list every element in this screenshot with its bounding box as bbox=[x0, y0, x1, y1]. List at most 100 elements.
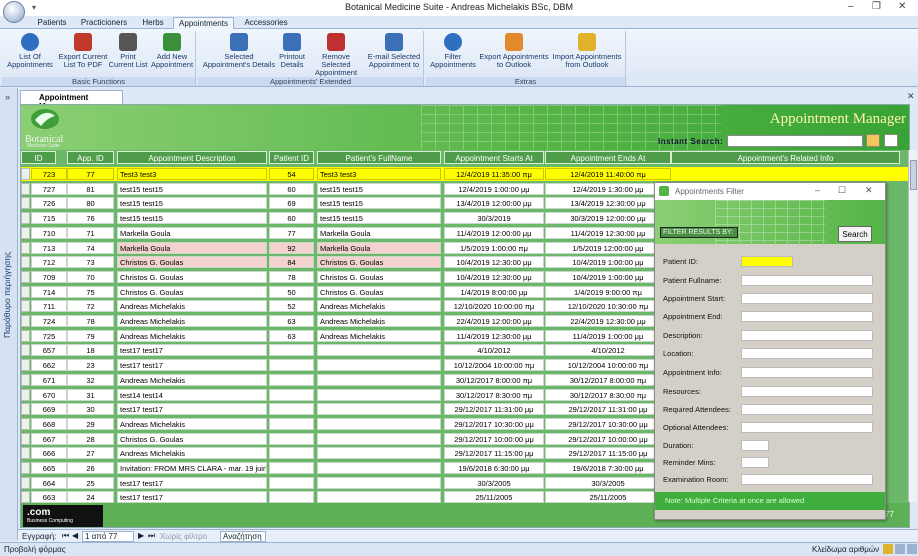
cell-pid[interactable] bbox=[269, 403, 314, 416]
office-button[interactable] bbox=[3, 1, 25, 23]
cell-app[interactable]: 18 bbox=[67, 344, 114, 357]
cell-pid[interactable] bbox=[269, 417, 314, 430]
filter-field-input[interactable] bbox=[741, 348, 873, 359]
cell-name[interactable]: Markella Goula bbox=[317, 241, 441, 254]
cell-name[interactable] bbox=[317, 344, 441, 357]
cell-desc[interactable]: Christos G. Goulas bbox=[117, 256, 267, 269]
cell-app[interactable]: 75 bbox=[67, 285, 114, 298]
cell-pid[interactable]: 92 bbox=[269, 241, 314, 254]
row-selector[interactable] bbox=[21, 256, 30, 269]
cell-start[interactable]: 10/12/2004 10:00:00 πμ bbox=[444, 359, 544, 372]
tab-herbs[interactable]: Herbs bbox=[134, 17, 172, 29]
cell-desc[interactable]: test17 test17 bbox=[117, 476, 267, 489]
cell-name[interactable] bbox=[317, 432, 441, 445]
cell-app[interactable]: 78 bbox=[67, 315, 114, 327]
cell-app[interactable]: 26 bbox=[67, 462, 114, 474]
cell-name[interactable] bbox=[317, 476, 441, 489]
prev-record-icon[interactable]: ◀ bbox=[72, 531, 78, 540]
cell-app[interactable]: 24 bbox=[67, 491, 114, 504]
cell-end[interactable]: 29/12/2017 11:31:00 μμ bbox=[545, 403, 671, 416]
filter-field-input[interactable] bbox=[741, 404, 873, 415]
cell-id[interactable]: 715 bbox=[31, 212, 67, 225]
cell-end[interactable]: 30/12/2017 8:00:00 πμ bbox=[545, 373, 671, 386]
cell-end[interactable]: 19/6/2018 7:30:00 μμ bbox=[545, 462, 671, 474]
cell-desc[interactable]: Andreas Michelakis bbox=[117, 417, 267, 430]
close-document-icon[interactable]: ✕ bbox=[907, 91, 915, 102]
row-selector[interactable] bbox=[21, 417, 30, 430]
cell-end[interactable]: 10/4/2019 1:00:00 μμ bbox=[545, 270, 671, 283]
cell-start[interactable]: 29/12/2017 10:00:00 μμ bbox=[444, 432, 544, 445]
column-header[interactable]: ID bbox=[21, 151, 56, 164]
cell-start[interactable]: 25/11/2005 bbox=[444, 491, 544, 504]
row-selector[interactable] bbox=[21, 432, 30, 445]
cell-id[interactable]: 727 bbox=[31, 182, 67, 195]
search-input[interactable] bbox=[727, 135, 863, 147]
cell-name[interactable]: Christos G. Goulas bbox=[317, 256, 441, 269]
cell-end[interactable]: 11/4/2019 12:30:00 μμ bbox=[545, 226, 671, 239]
cell-pid[interactable] bbox=[269, 432, 314, 445]
cell-name[interactable]: Markella Goula bbox=[317, 226, 441, 239]
export-outlook-button[interactable]: Export Appointments to Outlook bbox=[478, 33, 550, 69]
cell-app[interactable]: 74 bbox=[67, 241, 114, 254]
cell-start[interactable]: 11/4/2019 12:30:00 μμ bbox=[444, 329, 544, 342]
dialog-minimize-icon[interactable]: – bbox=[815, 185, 820, 195]
cell-end[interactable]: 30/3/2019 12:00:00 μμ bbox=[545, 212, 671, 225]
cell-start[interactable]: 29/12/2017 11:15:00 μμ bbox=[444, 447, 544, 460]
row-selector[interactable] bbox=[21, 359, 30, 372]
vertical-scrollbar[interactable] bbox=[908, 150, 917, 502]
cell-info[interactable] bbox=[671, 168, 900, 180]
table-row[interactable]: 723 77 Test3 test3 54 Test3 test3 12/4/2019 1… bbox=[21, 167, 909, 181]
cell-end[interactable]: 22/4/2019 12:30:00 μμ bbox=[545, 315, 671, 327]
dialog-close-icon[interactable]: ✕ bbox=[865, 185, 873, 196]
selected-details-button[interactable]: Selected Appointment's Details bbox=[200, 33, 278, 69]
filter-field-input[interactable] bbox=[741, 367, 873, 378]
cell-pid[interactable] bbox=[269, 344, 314, 357]
row-selector[interactable] bbox=[21, 329, 30, 342]
next-record-icon[interactable]: ▶ bbox=[138, 531, 144, 540]
cell-end[interactable]: 12/10/2020 10:30:00 πμ bbox=[545, 300, 671, 313]
cell-start[interactable]: 30/12/2017 8:30:00 πμ bbox=[444, 388, 544, 401]
cell-pid[interactable]: 60 bbox=[269, 182, 314, 195]
cell-name[interactable]: Andreas Michelakis bbox=[317, 329, 441, 342]
row-selector[interactable] bbox=[21, 300, 30, 313]
filter-field-input[interactable] bbox=[741, 422, 873, 433]
column-header[interactable]: Patient ID bbox=[269, 151, 314, 164]
restore-icon[interactable]: ❐ bbox=[872, 1, 881, 12]
cell-start[interactable]: 13/4/2019 12:00:00 μμ bbox=[444, 197, 544, 210]
add-appointment-button[interactable]: Add New Appointment bbox=[150, 33, 194, 69]
cell-name[interactable] bbox=[317, 447, 441, 460]
cell-id[interactable]: 668 bbox=[31, 417, 67, 430]
column-header[interactable]: App. ID bbox=[67, 151, 114, 164]
cell-pid[interactable]: 54 bbox=[269, 168, 314, 180]
cell-desc[interactable]: test15 test15 bbox=[117, 197, 267, 210]
cell-pid[interactable]: 63 bbox=[269, 329, 314, 342]
row-selector[interactable] bbox=[21, 447, 30, 460]
filter-field-input[interactable] bbox=[741, 386, 873, 397]
cell-id[interactable]: 710 bbox=[31, 226, 67, 239]
cell-end[interactable]: 29/12/2017 10:30:00 μμ bbox=[545, 417, 671, 430]
first-record-icon[interactable]: ⏮ bbox=[62, 531, 69, 541]
design-view-icon[interactable] bbox=[907, 544, 917, 554]
row-selector[interactable] bbox=[21, 344, 30, 357]
cell-id[interactable]: 662 bbox=[31, 359, 67, 372]
cell-desc[interactable]: Andreas Michelakis bbox=[117, 300, 267, 313]
cell-desc[interactable]: Andreas Michelakis bbox=[117, 373, 267, 386]
column-header[interactable]: Appointment Description bbox=[117, 151, 267, 164]
cell-app[interactable]: 79 bbox=[67, 329, 114, 342]
cell-start[interactable]: 1/5/2019 1:00:00 πμ bbox=[444, 241, 544, 254]
cell-id[interactable]: 657 bbox=[31, 344, 67, 357]
import-outlook-button[interactable]: Import Appointments from Outlook bbox=[552, 33, 622, 69]
cell-pid[interactable]: 63 bbox=[269, 315, 314, 327]
cell-end[interactable]: 13/4/2019 12:30:00 μμ bbox=[545, 197, 671, 210]
cell-pid[interactable]: 69 bbox=[269, 197, 314, 210]
tab-practicioners[interactable]: Practicioners bbox=[76, 17, 132, 29]
cell-desc[interactable]: Test3 test3 bbox=[117, 168, 267, 180]
tab-accessories[interactable]: Accessories bbox=[238, 17, 294, 29]
filter-field-input[interactable] bbox=[741, 330, 873, 341]
search-go-icon[interactable] bbox=[866, 134, 880, 147]
cell-name[interactable] bbox=[317, 462, 441, 474]
row-selector[interactable] bbox=[21, 388, 30, 401]
row-selector[interactable] bbox=[21, 315, 30, 327]
filter-field-input[interactable] bbox=[741, 293, 873, 304]
cell-start[interactable]: 30/12/2017 8:00:00 πμ bbox=[444, 373, 544, 386]
